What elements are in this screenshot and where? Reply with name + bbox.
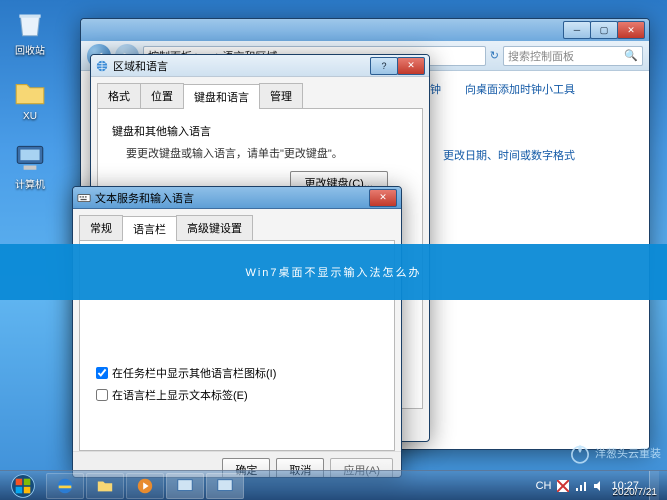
cp-link[interactable]: 更改日期、时间或数字格式 xyxy=(443,147,575,163)
taskbar-item-explorer[interactable] xyxy=(86,473,124,499)
tab-language-bar[interactable]: 语言栏 xyxy=(122,216,177,241)
help-button[interactable]: ? xyxy=(370,57,398,75)
watermark: 洋葱头云重装 xyxy=(567,440,661,466)
desktop-icon-user-folder[interactable]: XU xyxy=(6,75,54,122)
tab-keyboard-language[interactable]: 键盘和语言 xyxy=(183,84,260,109)
search-icon: 🔍 xyxy=(624,49,638,62)
tab-administrative[interactable]: 管理 xyxy=(259,83,303,108)
folder-icon xyxy=(13,75,47,109)
search-input[interactable]: 搜索控制面板 🔍 xyxy=(503,46,643,66)
flag-icon[interactable] xyxy=(557,480,569,492)
control-panel-titlebar[interactable]: ─ ▢ ✕ xyxy=(81,19,649,41)
tray-date: 2020/7/21 xyxy=(613,487,658,498)
recycle-bin-icon xyxy=(13,6,47,40)
onion-logo-icon xyxy=(567,440,593,466)
cp-link[interactable]: 向桌面添加时钟小工具 xyxy=(465,81,575,97)
region-language-titlebar[interactable]: 区域和语言 ? ✕ xyxy=(91,55,429,77)
tab-general[interactable]: 常规 xyxy=(79,215,123,240)
computer-icon xyxy=(13,140,47,174)
tab-format[interactable]: 格式 xyxy=(97,83,141,108)
checkbox-show-extra-icons[interactable]: 在任务栏中显示其他语言栏图标(I) xyxy=(96,365,382,381)
checkbox-show-text-labels[interactable]: 在语言栏上显示文本标签(E) xyxy=(96,387,382,403)
folder-icon xyxy=(96,477,114,495)
checkbox-input[interactable] xyxy=(96,389,108,401)
desktop-icon-label: 回收站 xyxy=(15,42,45,57)
network-icon[interactable] xyxy=(575,480,587,492)
volume-icon[interactable] xyxy=(593,480,605,492)
close-button[interactable]: ✕ xyxy=(397,57,425,75)
ime-indicator[interactable]: CH xyxy=(536,480,552,492)
desktop-icon-recycle-bin[interactable]: 回收站 xyxy=(6,6,54,57)
media-player-icon xyxy=(136,477,154,495)
window-icon xyxy=(176,477,194,495)
window-icon xyxy=(216,477,234,495)
taskbar-item-dialog[interactable] xyxy=(206,473,244,499)
taskbar: CH 10:27 xyxy=(0,470,667,500)
hint-text: 要更改键盘或输入语言，请单击"更改键盘"。 xyxy=(126,145,408,161)
ie-icon xyxy=(56,477,74,495)
text-services-dialog: 文本服务和输入语言 ✕ 常规 语言栏 高级键设置 在任务栏中显示其他语言栏图标(… xyxy=(72,186,402,478)
tab-advanced-keys[interactable]: 高级键设置 xyxy=(176,215,253,240)
title-banner: Win7桌面不显示输入法怎么办 xyxy=(0,244,667,300)
taskbar-item-ie[interactable] xyxy=(46,473,84,499)
desktop-icon-computer[interactable]: 计算机 xyxy=(6,140,54,191)
keyboard-icon xyxy=(77,191,91,205)
taskbar-item-control-panel[interactable] xyxy=(166,473,204,499)
minimize-button[interactable]: ─ xyxy=(563,21,591,39)
refresh-icon[interactable]: ↻ xyxy=(490,49,499,62)
group-label: 键盘和其他输入语言 xyxy=(112,123,408,139)
windows-logo-icon xyxy=(10,473,36,499)
tab-location[interactable]: 位置 xyxy=(140,83,184,108)
maximize-button[interactable]: ▢ xyxy=(590,21,618,39)
close-button[interactable]: ✕ xyxy=(617,21,645,39)
close-button[interactable]: ✕ xyxy=(369,189,397,207)
desktop-icon-label: 计算机 xyxy=(15,176,45,191)
checkbox-input[interactable] xyxy=(96,367,108,379)
globe-icon xyxy=(95,59,109,73)
start-button[interactable] xyxy=(4,473,42,499)
desktop-icon-label: XU xyxy=(23,111,37,122)
taskbar-item-media[interactable] xyxy=(126,473,164,499)
text-services-titlebar[interactable]: 文本服务和输入语言 ✕ xyxy=(73,187,401,209)
region-language-tabs: 格式 位置 键盘和语言 管理 xyxy=(97,83,423,109)
text-services-tabs: 常规 语言栏 高级键设置 xyxy=(79,215,395,241)
